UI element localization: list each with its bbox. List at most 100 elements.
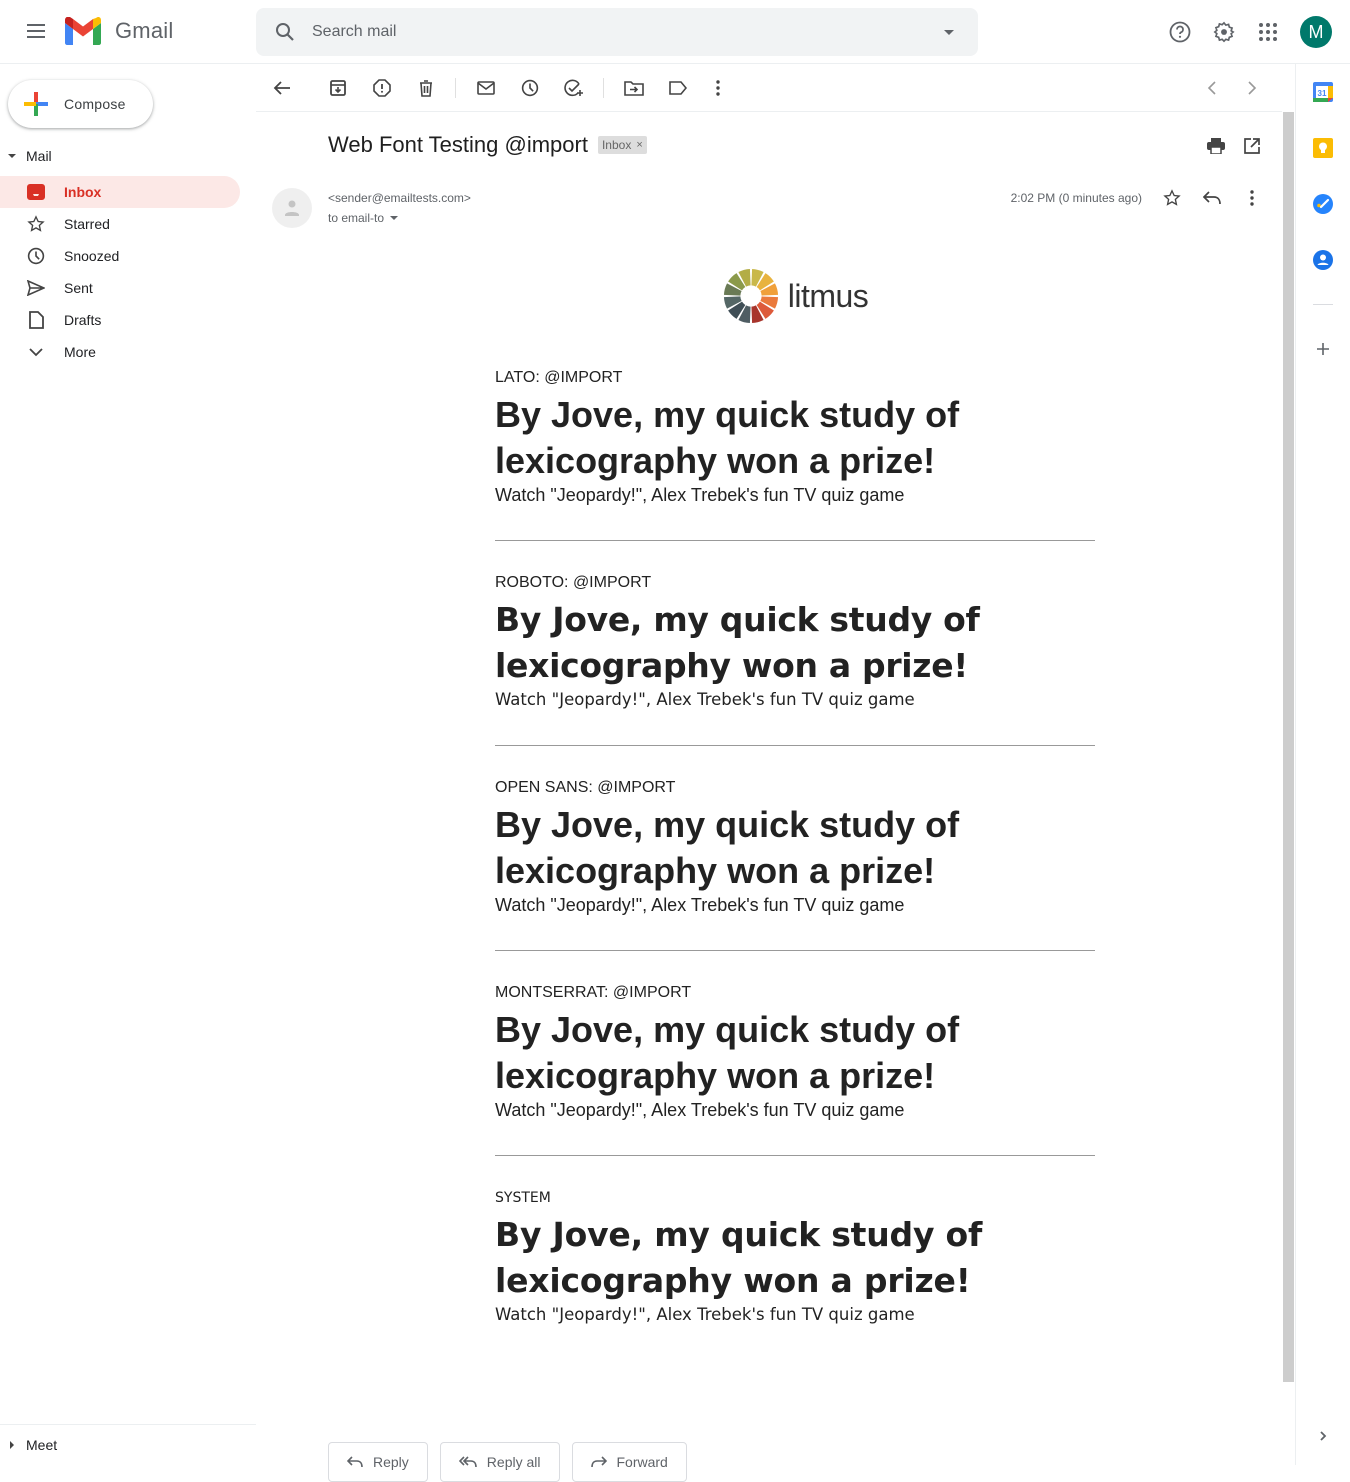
email-timestamp: 2:02 PM (0 minutes ago)	[1010, 191, 1142, 205]
font-sample-subtext: Watch "Jeopardy!", Alex Trebek's fun TV …	[495, 895, 905, 915]
font-sample-label: OPEN SANS: @IMPORT	[495, 779, 676, 796]
meet-section-toggle[interactable]: Meet	[0, 1424, 256, 1453]
contacts-icon[interactable]	[1313, 250, 1333, 270]
sidebar: Compose Mail Inbox Starred Snoozed Sent …	[0, 64, 256, 1465]
help-icon[interactable]	[1168, 20, 1192, 44]
show-side-panel-chevron-icon[interactable]	[1313, 1426, 1333, 1446]
toolbar-divider	[455, 78, 456, 98]
forward-icon	[590, 1456, 607, 1468]
report-spam-icon[interactable]	[370, 76, 394, 100]
mail-section-toggle[interactable]: Mail	[8, 148, 52, 164]
font-sample-label: SYSTEM	[495, 1190, 551, 1206]
email-subject: Web Font Testing @import Inbox ×	[328, 132, 647, 158]
mark-unread-icon[interactable]	[474, 76, 498, 100]
font-sample-headline: By Jove, my quick study of lexicography …	[495, 1009, 960, 1096]
newer-chevron-left-icon[interactable]	[1200, 76, 1224, 100]
label-chip-text: Inbox	[601, 138, 632, 152]
search-icon[interactable]	[273, 20, 297, 44]
calendar-icon[interactable]: 31	[1313, 82, 1333, 102]
email-body: litmus LATO: @IMPORT By Jove, my quick s…	[495, 258, 1095, 1326]
font-sample-headline: By Jove, my quick study of lexicography …	[495, 1215, 983, 1300]
main-menu-icon[interactable]	[24, 20, 48, 44]
apps-grid-icon[interactable]	[1256, 20, 1280, 44]
compose-plus-icon	[24, 92, 48, 116]
sender-avatar[interactable]	[272, 188, 312, 228]
sidebar-item-more[interactable]: More	[0, 336, 240, 368]
account-avatar[interactable]: M	[1300, 16, 1332, 48]
sidebar-item-starred[interactable]: Starred	[0, 208, 240, 240]
forward-label: Forward	[616, 1454, 668, 1470]
litmus-wordmark: litmus	[787, 277, 869, 314]
sidebar-item-drafts[interactable]: Drafts	[0, 304, 240, 336]
section-divider	[495, 1155, 1095, 1156]
font-sample-subtext: Watch "Jeopardy!", Alex Trebek's fun TV …	[495, 485, 905, 505]
back-arrow-icon[interactable]	[270, 76, 294, 100]
top-bar: Gmail M	[0, 0, 1350, 64]
more-vertical-icon[interactable]	[706, 76, 730, 100]
font-sample-label: MONTSERRAT: @IMPORT	[495, 984, 692, 1001]
reply-all-icon	[458, 1456, 477, 1468]
scrollbar-thumb[interactable]	[1283, 112, 1294, 1382]
keep-icon[interactable]	[1313, 138, 1333, 158]
compose-label: Compose	[64, 96, 126, 112]
sidebar-item-label: Inbox	[64, 184, 102, 200]
draft-icon	[26, 310, 46, 330]
sidebar-item-inbox[interactable]: Inbox	[0, 176, 240, 208]
meet-label: Meet	[26, 1437, 58, 1453]
font-sample-subtext: Watch "Jeopardy!", Alex Trebek's fun TV …	[495, 1100, 905, 1120]
reply-all-button[interactable]: Reply all	[439, 1442, 560, 1482]
font-sample-label: LATO: @IMPORT	[495, 369, 623, 386]
inbox-icon	[26, 182, 46, 202]
print-icon[interactable]	[1204, 134, 1228, 158]
archive-icon[interactable]	[326, 76, 350, 100]
sidebar-item-sent[interactable]: Sent	[0, 272, 240, 304]
search-input[interactable]	[312, 8, 912, 56]
reply-label: Reply	[373, 1454, 409, 1470]
message-more-vertical-icon[interactable]	[1240, 186, 1264, 210]
gmail-logo[interactable]: Gmail	[65, 17, 173, 45]
delete-trash-icon[interactable]	[414, 76, 438, 100]
font-sample-subtext: Watch "Jeopardy!", Alex Trebek's fun TV …	[495, 1305, 915, 1324]
sidebar-item-label: Snoozed	[64, 248, 120, 264]
move-to-folder-icon[interactable]	[622, 76, 646, 100]
forward-button[interactable]: Forward	[571, 1442, 687, 1482]
chevron-down-icon	[26, 342, 46, 362]
search-options-icon[interactable]	[944, 30, 954, 35]
font-sample-label: ROBOTO: @IMPORT	[495, 574, 652, 591]
section-divider	[495, 540, 1095, 541]
open-new-window-icon[interactable]	[1240, 134, 1264, 158]
app-name: Gmail	[115, 18, 174, 43]
sidebar-item-label: More	[64, 344, 96, 360]
add-addon-plus-icon[interactable]	[1313, 339, 1333, 359]
snooze-clock-icon[interactable]	[518, 76, 542, 100]
reply-icon	[347, 1456, 363, 1468]
remove-label-icon[interactable]: ×	[636, 139, 642, 151]
font-sample-section: ROBOTO: @IMPORT By Jove, my quick study …	[495, 573, 1095, 746]
font-sample-headline: By Jove, my quick study of lexicography …	[495, 804, 960, 891]
message-toolbar	[256, 64, 1282, 112]
clock-icon	[26, 246, 46, 266]
sidebar-item-label: Starred	[64, 216, 110, 232]
subject-text: Web Font Testing @import	[328, 132, 588, 157]
older-chevron-right-icon[interactable]	[1240, 76, 1264, 100]
label-chip-inbox[interactable]: Inbox ×	[597, 136, 647, 154]
sidebar-item-label: Drafts	[64, 312, 102, 328]
font-sample-section: SYSTEM By Jove, my quick study of lexico…	[495, 1188, 1095, 1326]
star-icon[interactable]	[1160, 186, 1184, 210]
add-task-icon[interactable]	[562, 76, 586, 100]
gmail-m-icon	[65, 17, 101, 45]
side-panel-divider	[1313, 304, 1333, 305]
settings-gear-icon[interactable]	[1212, 20, 1236, 44]
reply-all-label: Reply all	[486, 1454, 541, 1470]
font-sample-headline: By Jove, my quick study of lexicography …	[495, 600, 980, 685]
recipients-toggle[interactable]: to email-to	[328, 211, 399, 225]
tasks-icon[interactable]	[1313, 194, 1333, 214]
sidebar-item-snoozed[interactable]: Snoozed	[0, 240, 240, 272]
sender-email[interactable]: <sender@emailtests.com>	[328, 191, 471, 205]
compose-button[interactable]: Compose	[8, 80, 153, 128]
litmus-logo[interactable]: litmus	[495, 258, 1095, 334]
reply-arrow-icon[interactable]	[1200, 186, 1224, 210]
label-tag-icon[interactable]	[666, 76, 690, 100]
reply-button[interactable]: Reply	[328, 1442, 428, 1482]
caret-down-icon	[8, 154, 16, 158]
